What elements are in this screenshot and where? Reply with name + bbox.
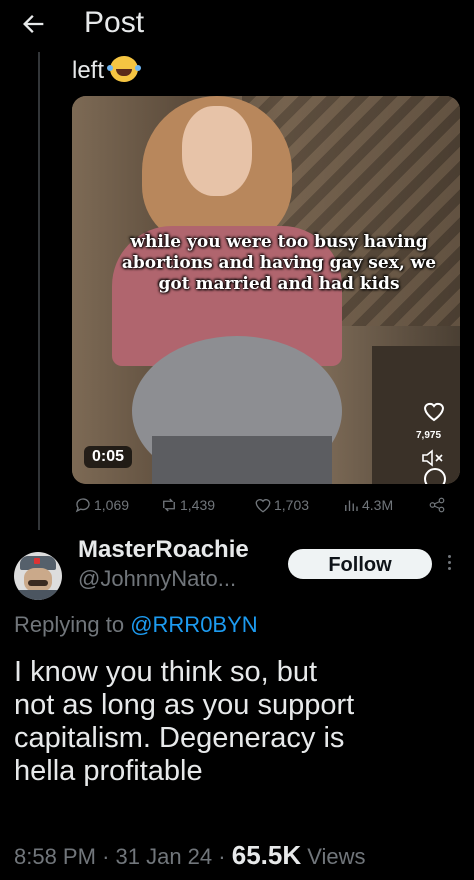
top-bar: Post bbox=[0, 0, 474, 52]
avatar-coat bbox=[18, 590, 58, 600]
repost-icon bbox=[163, 498, 175, 512]
author-name[interactable]: MasterRoachie bbox=[78, 536, 249, 564]
avatar-star bbox=[34, 558, 40, 564]
follow-button[interactable]: Follow bbox=[288, 549, 432, 579]
video-shelf bbox=[372, 346, 460, 484]
view-count: 4.3M bbox=[362, 497, 394, 513]
separator: · bbox=[102, 844, 110, 869]
share-button[interactable] bbox=[428, 496, 446, 514]
share-icon bbox=[429, 497, 445, 513]
like-count: 1,703 bbox=[274, 497, 310, 513]
heart-outline-icon bbox=[255, 499, 271, 513]
mute-icon[interactable] bbox=[420, 448, 446, 468]
avatar[interactable] bbox=[14, 552, 62, 600]
views-count: 65.5K bbox=[231, 840, 302, 870]
post-time[interactable]: 8:58 PM bbox=[14, 844, 96, 869]
replying-mention-link[interactable]: @RRR0BYN bbox=[130, 612, 257, 637]
views-label: Views bbox=[307, 844, 366, 869]
reply-button[interactable]: 1,069 bbox=[74, 496, 129, 514]
more-options-icon[interactable] bbox=[446, 552, 452, 576]
author-handle[interactable]: @JohnnyNato... bbox=[78, 566, 236, 592]
post-actions: 1,069 1,439 1,703 4.3M bbox=[72, 496, 464, 520]
video-duration-badge: 0:05 bbox=[84, 446, 133, 468]
quoted-post-text-label: left bbox=[72, 57, 105, 84]
repost-count: 1,439 bbox=[180, 497, 216, 513]
separator: · bbox=[218, 844, 226, 869]
views-button[interactable]: 4.3M bbox=[342, 496, 393, 514]
post-text: I know you think so, but not as long as … bbox=[14, 656, 355, 787]
laughing-emoji-icon bbox=[107, 56, 139, 82]
video-player[interactable]: while you were too busy having abortions… bbox=[72, 96, 460, 484]
video-caption: while you were too busy having abortions… bbox=[121, 232, 437, 294]
arrow-left-icon[interactable] bbox=[20, 10, 48, 38]
thread-line bbox=[38, 52, 40, 530]
video-overlay-like-count: 7,975 bbox=[416, 430, 442, 441]
repost-button[interactable]: 1,439 bbox=[160, 496, 215, 514]
heart-icon bbox=[423, 402, 445, 422]
post-metadata: 8:58 PM · 31 Jan 24 · 65.5K Views bbox=[14, 840, 366, 871]
replying-to: Replying to @RRR0BYN bbox=[14, 612, 258, 638]
avatar-mustache bbox=[28, 580, 48, 586]
like-button[interactable]: 1,703 bbox=[254, 496, 309, 514]
loading-icon bbox=[424, 468, 446, 484]
replying-prefix: Replying to bbox=[14, 612, 125, 637]
post-date[interactable]: 31 Jan 24 bbox=[116, 844, 213, 869]
video-person-pants bbox=[152, 436, 332, 484]
quoted-post-text: left bbox=[72, 56, 139, 85]
video-person-face bbox=[182, 106, 252, 196]
page-title: Post bbox=[84, 6, 145, 39]
analytics-icon bbox=[345, 500, 358, 511]
reply-icon bbox=[75, 498, 90, 513]
reply-count: 1,069 bbox=[94, 497, 130, 513]
